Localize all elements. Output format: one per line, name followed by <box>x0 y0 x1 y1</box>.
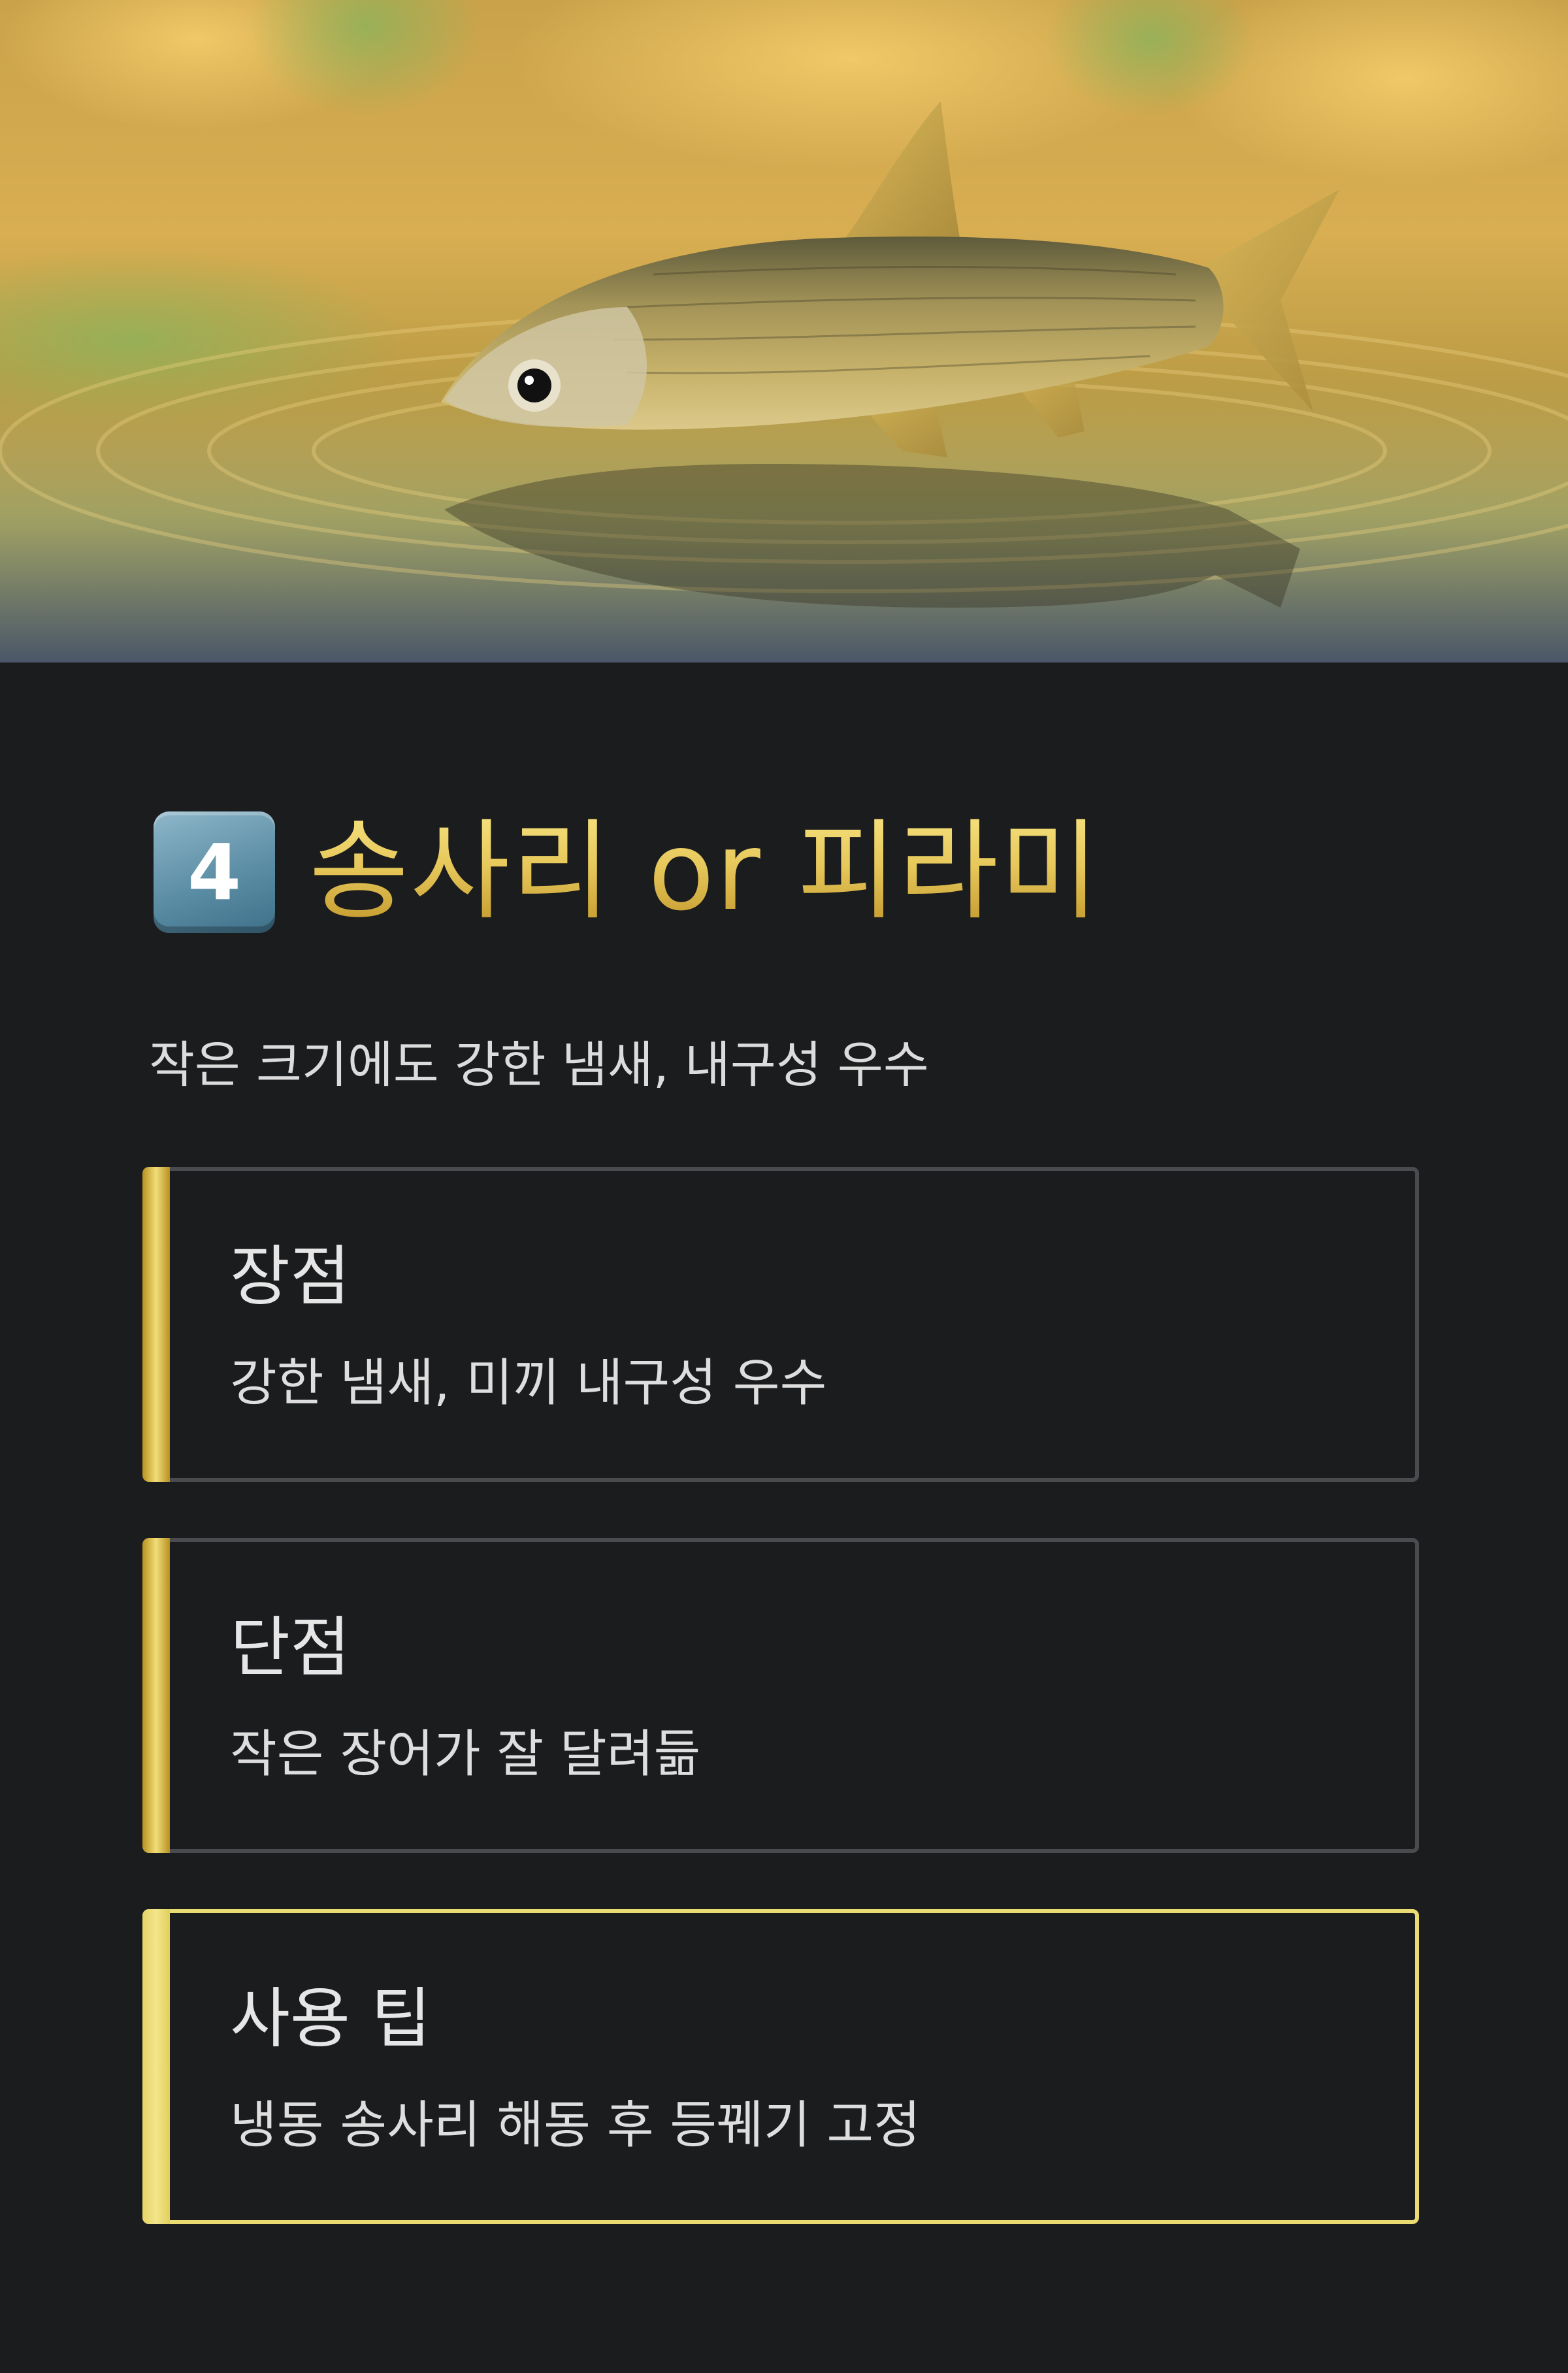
hero-fish-image <box>0 0 1568 663</box>
card-body: 냉동 송사리 해동 후 등꿰기 고정 <box>230 2096 921 2155</box>
card-accent-bar <box>142 1538 170 1853</box>
card-accent-bar <box>142 1167 170 1482</box>
card-body: 강한 냄새, 미끼 내구성 우수 <box>230 1354 827 1413</box>
page-title: 송사리 or 피라미 <box>309 809 1101 935</box>
card-cons: 단점 작은 장어가 잘 달려듦 <box>142 1538 1419 1853</box>
card-tip: 사용 팁 냉동 송사리 해동 후 등꿰기 고정 <box>142 1909 1419 2224</box>
card-pros: 장점 강한 냄새, 미끼 내구성 우수 <box>142 1167 1419 1482</box>
card-accent-bar <box>142 1909 170 2224</box>
number-four-keycap-icon: 4 <box>154 811 275 933</box>
card-title: 단점 <box>230 1609 350 1686</box>
section-heading: 4 송사리 or 피라미 <box>154 810 1101 934</box>
keycap-number: 4 <box>187 827 242 917</box>
page-subtitle: 작은 크기에도 강한 냄새, 내구성 우수 <box>149 1036 929 1094</box>
card-title: 장점 <box>230 1238 350 1315</box>
card-body: 작은 장어가 잘 달려듦 <box>230 1725 701 1784</box>
card-title: 사용 팁 <box>230 1980 431 2057</box>
